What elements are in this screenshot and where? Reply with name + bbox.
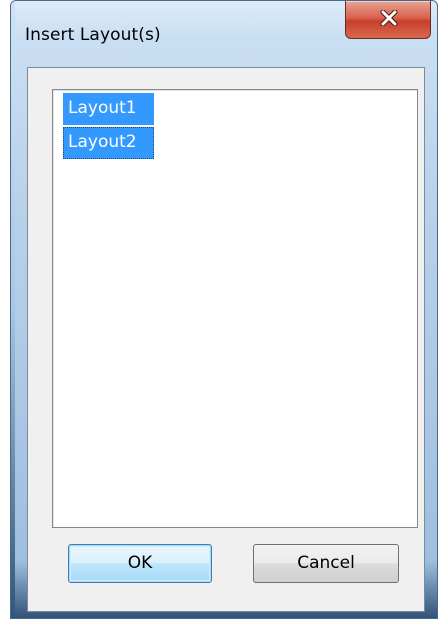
insert-layouts-dialog: Insert Layout(s) Layout1 Layout2 OK Canc… [10, 0, 438, 619]
dialog-title: Insert Layout(s) [25, 25, 161, 45]
close-x-icon [380, 10, 398, 26]
dialog-body: Layout1 Layout2 OK Cancel [27, 67, 425, 612]
list-item-layout2[interactable]: Layout2 [63, 127, 154, 159]
layouts-listbox[interactable]: Layout1 Layout2 [52, 89, 418, 528]
list-item-layout1[interactable]: Layout1 [63, 93, 154, 125]
close-button[interactable] [345, 1, 431, 39]
title-bar[interactable]: Insert Layout(s) [11, 1, 437, 67]
ok-button[interactable]: OK [68, 544, 212, 583]
cancel-button[interactable]: Cancel [253, 544, 399, 583]
